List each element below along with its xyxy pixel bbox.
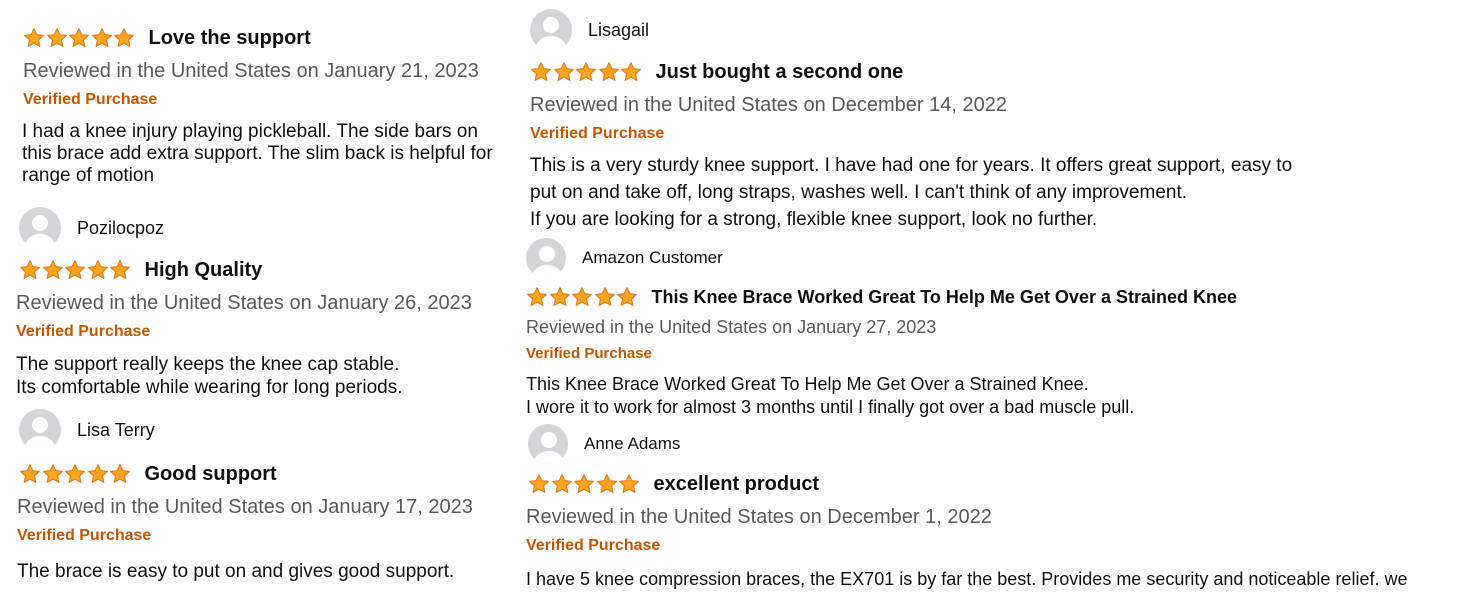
- reviewer-name[interactable]: Lisa Terry: [77, 420, 155, 441]
- reviewer-profile[interactable]: Anne Adams: [528, 422, 1464, 466]
- review-card: Anne Adams excellent product Reviewed in…: [526, 422, 1464, 591]
- review-title[interactable]: Good support: [145, 463, 277, 486]
- review-heading: This Knee Brace Worked Great To Help Me …: [526, 280, 1446, 314]
- review-title[interactable]: Just bought a second one: [656, 61, 904, 84]
- star-icon: [574, 474, 594, 493]
- review-text-line: This Knee Brace Worked Great To Help Me …: [526, 374, 1089, 394]
- star-icon: [110, 464, 130, 483]
- review-text-line: If you are looking for a strong, flexibl…: [530, 209, 1098, 230]
- review-date: Reviewed in the United States on Decembe…: [530, 94, 1007, 116]
- star-icon: [549, 287, 570, 306]
- review-body: I have 5 knee compression braces, the EX…: [526, 568, 1464, 591]
- star-rating[interactable]: [19, 259, 132, 281]
- reviewer-profile[interactable]: Lisagail: [530, 8, 1450, 52]
- reviewer-profile[interactable]: Amazon Customer: [526, 236, 1446, 280]
- star-rating[interactable]: [526, 286, 639, 308]
- star-icon: [594, 287, 615, 306]
- star-icon: [621, 62, 641, 81]
- star-icon: [42, 260, 63, 279]
- reviewer-profile[interactable]: Pozilocpoz: [19, 206, 509, 250]
- star-icon: [87, 464, 108, 483]
- review-date: Reviewed in the United States on January…: [526, 317, 937, 337]
- star-icon: [596, 474, 617, 493]
- review-body: This Knee Brace Worked Great To Help Me …: [526, 373, 1446, 419]
- verified-purchase-badge: Verified Purchase: [526, 345, 652, 362]
- review-title[interactable]: excellent product: [654, 473, 820, 496]
- star-icon: [576, 62, 596, 81]
- review-text-line: The support really keeps the knee cap st…: [16, 354, 400, 375]
- star-icon: [619, 474, 639, 493]
- reviewer-name[interactable]: Anne Adams: [584, 434, 680, 454]
- star-icon: [598, 62, 619, 81]
- review-text-line: I wore it to work for almost 3 months un…: [526, 397, 1135, 417]
- star-icon: [551, 474, 572, 493]
- reviewer-name[interactable]: Lisagail: [588, 20, 649, 41]
- star-rating[interactable]: [23, 27, 136, 49]
- star-icon: [42, 464, 63, 483]
- star-icon: [24, 28, 44, 47]
- star-icon: [20, 464, 40, 483]
- default-user-avatar-icon: [526, 238, 566, 278]
- review-body: The brace is easy to put on and gives go…: [17, 560, 509, 583]
- default-user-avatar-icon: [530, 9, 572, 51]
- review-card: Love the support Reviewed in the United …: [22, 20, 513, 187]
- star-icon: [91, 28, 112, 47]
- star-rating[interactable]: [19, 463, 132, 485]
- default-user-avatar-icon: [19, 207, 61, 249]
- default-user-avatar-icon: [528, 424, 568, 464]
- review-title[interactable]: Love the support: [149, 27, 311, 50]
- star-icon: [46, 28, 67, 47]
- review-date: Reviewed in the United States on January…: [16, 292, 472, 314]
- review-card: Lisa Terry Good support Reviewed in the …: [17, 408, 509, 583]
- review-text-line: put on and take off, long straps, washes…: [530, 182, 1188, 203]
- review-text-line: The brace is easy to put on and gives go…: [17, 561, 455, 582]
- star-icon: [531, 62, 551, 81]
- star-icon: [572, 287, 592, 306]
- review-title[interactable]: High Quality: [145, 259, 263, 282]
- reviewer-name[interactable]: Pozilocpoz: [77, 218, 164, 239]
- star-icon: [527, 287, 547, 306]
- review-heading: High Quality: [19, 252, 509, 288]
- reviewer-name[interactable]: Amazon Customer: [582, 248, 723, 268]
- star-icon: [110, 260, 130, 279]
- review-card: Pozilocpoz High Quality Reviewed in the …: [16, 206, 509, 399]
- review-body: I had a knee injury playing pickleball. …: [22, 121, 513, 187]
- review-text-line: I have 5 knee compression braces, the EX…: [526, 569, 1408, 589]
- star-icon: [114, 28, 134, 47]
- review-card: Amazon Customer This Knee Brace Worked G…: [526, 236, 1446, 419]
- star-icon: [87, 260, 108, 279]
- star-icon: [20, 260, 40, 279]
- review-text-line: this brace add extra support. The slim b…: [22, 143, 493, 164]
- review-date: Reviewed in the United States on Decembe…: [526, 506, 992, 528]
- star-icon: [529, 474, 549, 493]
- review-body: The support really keeps the knee cap st…: [16, 353, 509, 399]
- review-heading: Good support: [19, 456, 509, 492]
- review-date: Reviewed in the United States on January…: [17, 496, 473, 518]
- star-icon: [553, 62, 574, 81]
- review-text-line: This is a very sturdy knee support. I ha…: [530, 155, 1293, 176]
- verified-purchase-badge: Verified Purchase: [526, 537, 661, 554]
- star-rating[interactable]: [528, 473, 641, 495]
- verified-purchase-badge: Verified Purchase: [530, 125, 665, 142]
- review-title[interactable]: This Knee Brace Worked Great To Help Me …: [652, 287, 1238, 308]
- star-icon: [65, 260, 85, 279]
- review-body: This is a very sturdy knee support. I ha…: [530, 152, 1450, 233]
- star-icon: [617, 287, 637, 306]
- review-date: Reviewed in the United States on January…: [23, 60, 479, 82]
- review-heading: Love the support: [23, 20, 513, 56]
- review-text-line: range of motion: [22, 165, 155, 186]
- review-text-line: Its comfortable while wearing for long p…: [16, 377, 403, 398]
- default-user-avatar-icon: [19, 409, 61, 451]
- review-text-line: I had a knee injury playing pickleball. …: [22, 121, 478, 142]
- star-icon: [65, 464, 85, 483]
- review-heading: Just bought a second one: [530, 54, 1450, 90]
- verified-purchase-badge: Verified Purchase: [23, 91, 158, 108]
- star-rating[interactable]: [530, 61, 643, 83]
- reviewer-profile[interactable]: Lisa Terry: [19, 408, 509, 452]
- review-heading: excellent product: [528, 466, 1464, 502]
- verified-purchase-badge: Verified Purchase: [16, 323, 151, 340]
- verified-purchase-badge: Verified Purchase: [17, 527, 152, 544]
- review-card: Lisagail Just bought a second one Review…: [530, 8, 1450, 233]
- star-icon: [69, 28, 89, 47]
